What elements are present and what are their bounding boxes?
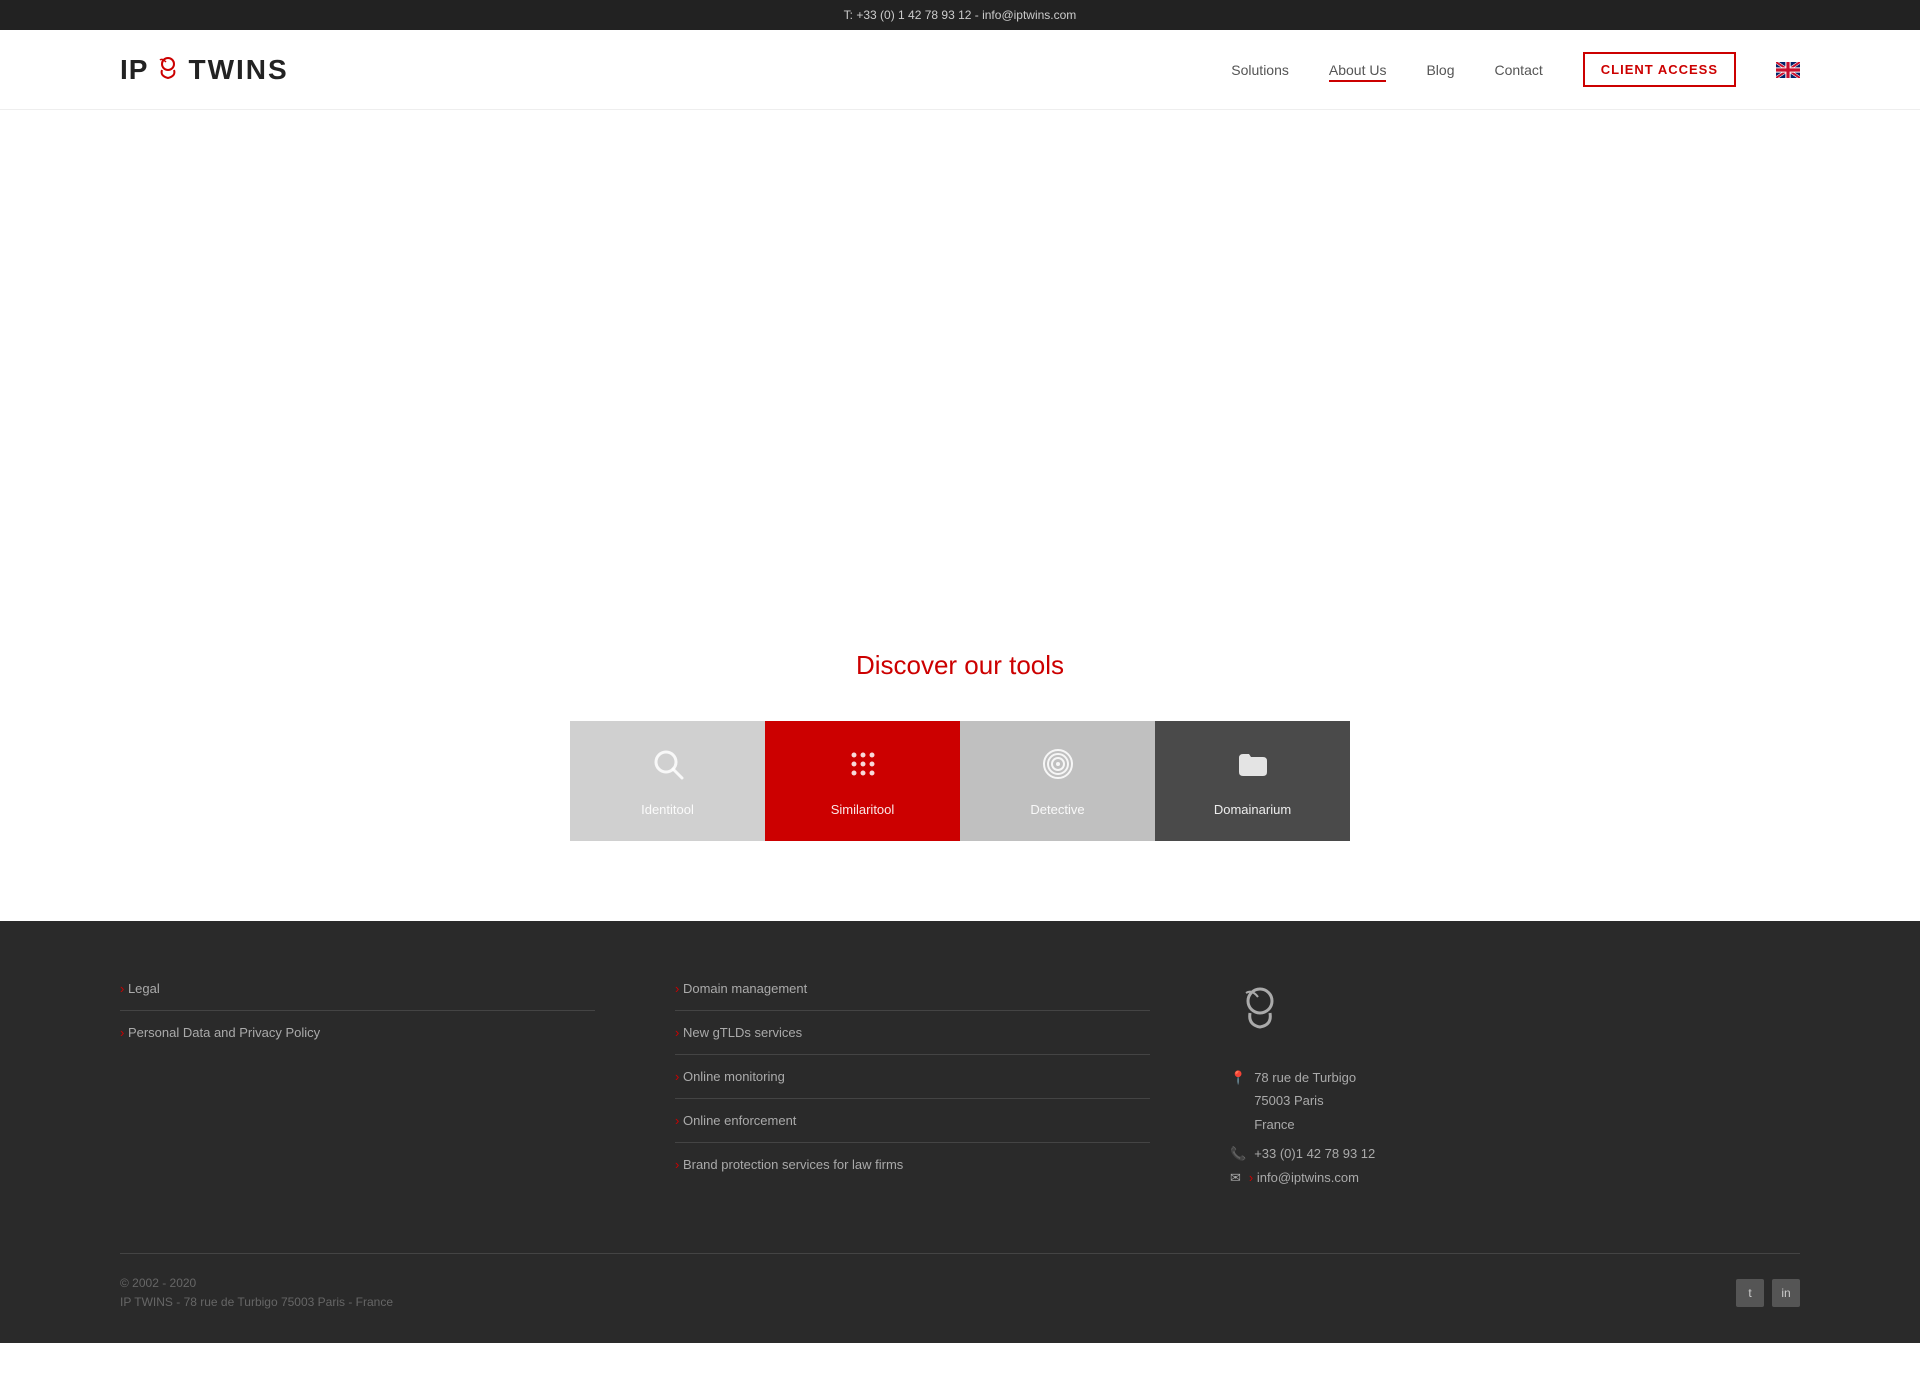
footer-link-enforcement[interactable]: Online enforcement [675,1113,1150,1143]
footer-address-line1: 78 rue de Turbigo [1254,1066,1356,1089]
detective-icon [1040,746,1076,790]
hero-section [0,110,1920,590]
similaritool-icon [845,746,881,790]
footer-link-gtlds[interactable]: New gTLDs services [675,1025,1150,1055]
email-icon: ✉ [1230,1170,1241,1213]
main-nav: Solutions About Us Blog Contact CLIENT A… [1231,52,1800,87]
logo-twins-text: TWINS [188,54,288,86]
location-icon: 📍 [1230,1066,1246,1136]
footer-logo-icon [1230,981,1290,1041]
similaritool-label: Similaritool [831,802,895,817]
footer-copyright-line2: IP TWINS - 78 rue de Turbigo 75003 Paris… [120,1293,393,1312]
top-bar: T: +33 (0) 1 42 78 93 12 - info@iptwins.… [0,0,1920,30]
tool-card-detective[interactable]: Detective [960,721,1155,841]
footer-address: 📍 78 rue de Turbigo 75003 Paris France [1230,1066,1800,1136]
footer-col-services: Domain management New gTLDs services Onl… [675,981,1150,1213]
tool-card-similaritool[interactable]: Similaritool [765,721,960,841]
domainarium-icon [1235,746,1271,790]
logo[interactable]: IP TWINS [120,54,289,86]
discover-section: Discover our tools Identitool [0,590,1920,921]
phone-icon: 📞 [1230,1146,1246,1162]
nav-blog[interactable]: Blog [1426,62,1454,78]
identitool-icon [650,746,686,790]
footer-address-line3: France [1254,1113,1356,1136]
footer: Legal Personal Data and Privacy Policy D… [0,921,1920,1343]
nav-solutions[interactable]: Solutions [1231,62,1289,78]
footer-bottom: © 2002 - 2020 IP TWINS - 78 rue de Turbi… [120,1253,1800,1312]
footer-email-link[interactable]: info@iptwins.com [1249,1170,1359,1199]
identitool-label: Identitool [641,802,694,817]
footer-link-domain-management[interactable]: Domain management [675,981,1150,1011]
nav-contact[interactable]: Contact [1495,62,1543,78]
footer-col-legal: Legal Personal Data and Privacy Policy [120,981,595,1213]
header: IP TWINS Solutions About Us Blog Contact… [0,30,1920,110]
domainarium-label: Domainarium [1214,802,1291,817]
footer-copyright: © 2002 - 2020 IP TWINS - 78 rue de Turbi… [120,1274,393,1312]
footer-phone: 📞 +33 (0)1 42 78 93 12 [1230,1146,1800,1162]
footer-contact: 📍 78 rue de Turbigo 75003 Paris France 📞… [1230,981,1800,1213]
footer-copyright-line1: © 2002 - 2020 [120,1274,393,1293]
logo-icon [152,54,184,86]
linkedin-button[interactable]: in [1772,1279,1800,1307]
footer-link-monitoring[interactable]: Online monitoring [675,1069,1150,1099]
detective-label: Detective [1030,802,1084,817]
footer-socials: t in [1736,1279,1800,1307]
discover-title: Discover our tools [120,650,1800,681]
footer-link-legal[interactable]: Legal [120,981,595,1011]
tool-card-domainarium[interactable]: Domainarium [1155,721,1350,841]
tool-card-identitool[interactable]: Identitool [570,721,765,841]
top-bar-text: T: +33 (0) 1 42 78 93 12 - info@iptwins.… [844,8,1077,22]
twitter-button[interactable]: t [1736,1279,1764,1307]
client-access-button[interactable]: CLIENT ACCESS [1583,52,1736,87]
footer-top: Legal Personal Data and Privacy Policy D… [120,981,1800,1213]
logo-ip-text: IP [120,54,148,86]
footer-phone-number: +33 (0)1 42 78 93 12 [1254,1146,1375,1162]
footer-address-line2: 75003 Paris [1254,1089,1356,1112]
tools-grid: Identitool Similaritool [120,721,1800,841]
footer-link-privacy[interactable]: Personal Data and Privacy Policy [120,1025,595,1054]
footer-link-brand-protection[interactable]: Brand protection services for law firms [675,1157,1150,1186]
footer-email: ✉ info@iptwins.com [1230,1170,1800,1213]
language-flag-icon[interactable] [1776,62,1800,78]
nav-about[interactable]: About Us [1329,62,1387,78]
